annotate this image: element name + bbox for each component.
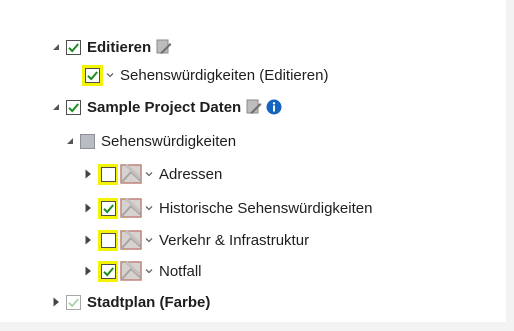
checkbox-notfall[interactable] [100,263,116,279]
layer-icon [120,198,142,218]
node-label-stadtplan-farbe: Stadtplan (Farbe) [87,293,211,311]
expanded-arrow-icon[interactable] [64,135,76,147]
highlight-marker [98,229,118,251]
checkbox-icon [86,69,99,82]
tree-node-sample-project-daten[interactable]: Sample Project Daten [50,94,282,120]
edit-pencil-icon [156,39,172,55]
checkbox-adressen[interactable] [100,166,116,182]
tree-node-historische-sehenswuerdigkeiten[interactable]: Historische Sehenswürdigkeiten [82,195,372,221]
chevron-down-icon[interactable] [144,266,154,276]
highlight-marker [98,163,118,185]
checkbox-sehenswuerdigkeiten-editieren[interactable] [85,67,100,83]
layer-icon [120,230,142,250]
tree-node-sehenswuerdigkeiten-editieren[interactable]: Sehenswürdigkeiten (Editieren) [82,62,328,88]
chevron-down-icon[interactable] [144,203,154,213]
checkbox-editieren[interactable] [66,39,81,55]
checkbox-verkehr-infrastruktur[interactable] [100,232,116,248]
tree-node-adressen[interactable]: Adressen [82,161,222,187]
expanded-arrow-icon[interactable] [50,101,62,113]
info-icon[interactable] [266,99,282,115]
highlight-marker [98,197,118,219]
checkbox-sample-project-daten[interactable] [66,99,81,115]
expanded-arrow-icon[interactable] [50,41,62,53]
node-label-sehenswuerdigkeiten-editieren: Sehenswürdigkeiten (Editieren) [120,66,329,84]
checkbox-icon [102,265,115,278]
highlight-marker [82,64,103,86]
checkbox-stadtplan-farbe[interactable] [66,294,81,310]
tree-node-stadtplan-farbe[interactable]: Stadtplan (Farbe) [50,289,210,315]
checkbox-icon [102,202,115,215]
node-label-adressen: Adressen [159,165,223,183]
tree-node-editieren[interactable]: Editieren [50,34,172,60]
tree-node-verkehr-infrastruktur[interactable]: Verkehr & Infrastruktur [82,227,309,253]
highlight-marker [98,260,118,282]
tree-node-notfall[interactable]: Notfall [82,258,202,284]
chevron-down-icon[interactable] [144,169,154,179]
node-label-notfall: Notfall [159,262,202,280]
chevron-down-icon[interactable] [105,70,115,80]
checkbox-icon [67,41,80,54]
collapsed-arrow-icon[interactable] [82,168,94,180]
node-label-editieren: Editieren [87,38,152,56]
node-label-verkehr-infrastruktur: Verkehr & Infrastruktur [159,231,310,249]
node-label-historische-sehenswuerdigkeiten: Historische Sehenswürdigkeiten [159,199,373,217]
table-of-contents-panel: Editieren Sehenswürdigkeiten (Editieren)… [0,0,506,322]
checkbox-icon [67,101,80,114]
node-label-sample-project-daten: Sample Project Daten [87,98,242,116]
collapsed-arrow-icon[interactable] [50,296,62,308]
checkbox-historische-sehenswuerdigkeiten[interactable] [100,200,116,216]
chevron-down-icon[interactable] [144,235,154,245]
collapsed-arrow-icon[interactable] [82,234,94,246]
layer-icon [120,261,142,281]
collapsed-arrow-icon[interactable] [82,202,94,214]
node-label-sehenswuerdigkeiten-group: Sehenswürdigkeiten [101,132,237,150]
edit-pencil-icon [246,99,262,115]
checkbox-icon [67,296,80,309]
collapsed-arrow-icon[interactable] [82,265,94,277]
tree-node-sehenswuerdigkeiten-group[interactable]: Sehenswürdigkeiten [64,128,236,154]
layer-icon [120,164,142,184]
checkbox-sehenswuerdigkeiten-group[interactable] [80,133,95,149]
